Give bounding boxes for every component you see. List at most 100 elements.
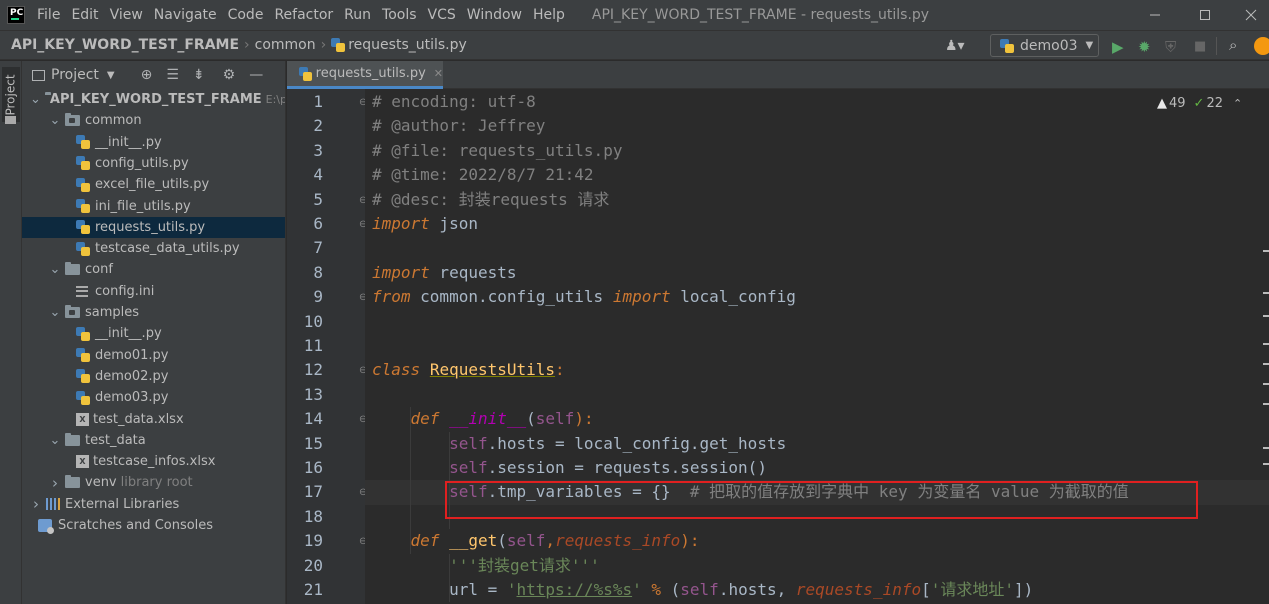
- code-line[interactable]: def __get(self,requests_info):: [365, 529, 1269, 553]
- code-line[interactable]: from common.config_utils import local_co…: [365, 285, 1269, 309]
- project-tool-button[interactable]: Project: [2, 67, 20, 122]
- error-stripe-mark[interactable]: [1263, 463, 1269, 465]
- chevron-down-icon[interactable]: ⌄: [49, 305, 61, 320]
- chevron-down-icon[interactable]: ▼: [107, 70, 115, 81]
- run-configuration-select[interactable]: demo03 ▼: [990, 34, 1099, 57]
- tree-item[interactable]: excel_file_utils.py: [22, 174, 285, 195]
- chevron-right-icon[interactable]: ›: [30, 495, 42, 513]
- menu-help[interactable]: Help: [533, 7, 565, 23]
- error-stripe-mark[interactable]: [1263, 447, 1269, 449]
- tree-item[interactable]: demo03.py: [22, 387, 285, 408]
- breadcrumb-folder[interactable]: common: [255, 37, 316, 53]
- debug-icon[interactable]: ✹: [1138, 38, 1151, 56]
- tree-item[interactable]: config.ini: [22, 281, 285, 302]
- error-stripe-mark[interactable]: [1263, 383, 1269, 385]
- line-number: 7: [313, 238, 323, 258]
- code-line[interactable]: self.hosts = local_config.get_hosts: [365, 432, 1269, 456]
- tree-item[interactable]: config_utils.py: [22, 153, 285, 174]
- tree-item-label: venv: [85, 475, 117, 491]
- code-line[interactable]: # @file: requests_utils.py: [365, 139, 1269, 163]
- menu-file[interactable]: File: [37, 7, 60, 23]
- code-line[interactable]: [365, 334, 1269, 358]
- tree-item[interactable]: › venv library root: [22, 472, 285, 493]
- code-token: self: [506, 531, 546, 551]
- menu-view[interactable]: View: [110, 7, 143, 23]
- tree-item[interactable]: Scratches and Consoles: [22, 515, 285, 536]
- menu-code[interactable]: Code: [228, 7, 264, 23]
- tree-item-label: excel_file_utils.py: [95, 177, 210, 193]
- error-stripe-mark[interactable]: [1263, 343, 1269, 345]
- minimize-button[interactable]: [1132, 0, 1178, 30]
- code-line[interactable]: def __init__(self):: [365, 407, 1269, 431]
- tree-item[interactable]: ⌄ conf: [22, 259, 285, 280]
- code-line[interactable]: # @time: 2022/8/7 21:42: [365, 163, 1269, 187]
- tree-item[interactable]: ⌄ API_KEY_WORD_TEST_FRAME E:\p: [22, 89, 285, 110]
- code-line[interactable]: [365, 310, 1269, 334]
- tree-item[interactable]: ⌄ common: [22, 110, 285, 131]
- chevron-down-icon[interactable]: ⌄: [30, 92, 41, 107]
- menu-tools[interactable]: Tools: [382, 7, 417, 23]
- menu-run[interactable]: Run: [344, 7, 371, 23]
- tree-item[interactable]: __init__.py: [22, 132, 285, 153]
- locate-icon[interactable]: ⊕: [141, 67, 153, 83]
- code-editor[interactable]: # encoding: utf-8 # @author: Jeffrey # @fi…: [365, 89, 1269, 604]
- tree-item[interactable]: ⌄ test_data: [22, 430, 285, 451]
- gear-icon[interactable]: ⚙: [223, 67, 236, 83]
- error-stripe-mark[interactable]: [1263, 403, 1269, 405]
- tree-item[interactable]: demo02.py: [22, 366, 285, 387]
- chevron-down-icon[interactable]: ⌄: [49, 262, 61, 277]
- code-line[interactable]: # @desc: 封装requests 请求: [365, 188, 1269, 212]
- tree-item[interactable]: requests_utils.py: [22, 216, 285, 238]
- inspection-widget[interactable]: ▲ 49 ✓ 22 ⌃: [1157, 96, 1242, 111]
- breadcrumb-project[interactable]: API_KEY_WORD_TEST_FRAME: [11, 37, 239, 53]
- tab-requests-utils[interactable]: requests_utils.py ✕: [287, 61, 443, 89]
- error-stripe-mark[interactable]: [1263, 315, 1269, 317]
- tree-item[interactable]: ini_file_utils.py: [22, 196, 285, 217]
- close-tab-icon[interactable]: ✕: [434, 67, 443, 80]
- stop-icon[interactable]: ■: [1194, 39, 1206, 54]
- close-button[interactable]: [1232, 0, 1269, 30]
- menu-edit[interactable]: Edit: [71, 7, 98, 23]
- code-line[interactable]: self.session = requests.session(): [365, 456, 1269, 480]
- maximize-button[interactable]: [1182, 0, 1228, 30]
- error-stripe-mark[interactable]: [1263, 363, 1269, 365]
- tree-item[interactable]: Xtest_data.xlsx: [22, 409, 285, 430]
- code-line[interactable]: class RequestsUtils:: [365, 358, 1269, 382]
- collapse-all-icon[interactable]: ⇟: [193, 67, 205, 83]
- update-icon[interactable]: [1254, 37, 1269, 55]
- project-panel-header: Project ▼ ⊕ ☰ ⇟ ⚙ —: [22, 61, 285, 89]
- tree-item[interactable]: ⌄ samples: [22, 302, 285, 323]
- error-stripe-mark[interactable]: [1263, 292, 1269, 294]
- code-line[interactable]: import json: [365, 212, 1269, 236]
- coverage-icon[interactable]: ⛨: [1165, 38, 1176, 56]
- code-line[interactable]: '''封装get请求''': [365, 554, 1269, 578]
- search-icon[interactable]: ⌕: [1229, 36, 1237, 54]
- code-line[interactable]: import requests: [365, 261, 1269, 285]
- chevron-right-icon[interactable]: ›: [49, 474, 61, 492]
- user-icon[interactable]: ♟▾: [945, 38, 965, 54]
- breadcrumb-file[interactable]: requests_utils.py: [348, 37, 467, 53]
- chevron-down-icon[interactable]: ⌄: [49, 433, 61, 448]
- run-icon[interactable]: ▶: [1112, 38, 1124, 56]
- code-line[interactable]: url = 'https://%s%s' % (self.hosts, requ…: [365, 578, 1269, 602]
- hide-icon[interactable]: —: [249, 67, 263, 83]
- code-line[interactable]: # @author: Jeffrey: [365, 114, 1269, 138]
- warning-count: 49: [1169, 96, 1186, 111]
- menu-vcs[interactable]: VCS: [428, 7, 456, 23]
- menu-refactor[interactable]: Refactor: [274, 7, 333, 23]
- tree-item[interactable]: testcase_data_utils.py: [22, 238, 285, 259]
- menu-window[interactable]: Window: [467, 7, 522, 23]
- project-view-select[interactable]: Project: [51, 67, 99, 83]
- expand-all-icon[interactable]: ☰: [166, 67, 179, 83]
- menu-navigate[interactable]: Navigate: [154, 7, 217, 23]
- code-line[interactable]: # encoding: utf-8: [365, 90, 1269, 114]
- code-line[interactable]: [365, 383, 1269, 407]
- tree-item[interactable]: demo01.py: [22, 345, 285, 366]
- tree-item[interactable]: › External Libraries: [22, 494, 285, 515]
- error-stripe-mark[interactable]: [1263, 250, 1269, 252]
- chevron-up-icon[interactable]: ⌃: [1233, 97, 1242, 110]
- code-line[interactable]: [365, 236, 1269, 260]
- chevron-down-icon[interactable]: ⌄: [49, 113, 61, 128]
- tree-item[interactable]: Xtestcase_infos.xlsx: [22, 451, 285, 472]
- tree-item[interactable]: __init__.py: [22, 323, 285, 344]
